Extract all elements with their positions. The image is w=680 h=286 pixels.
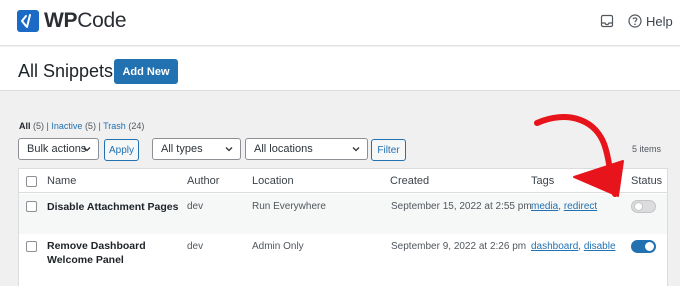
filter-inactive-label: Inactive <box>51 121 83 131</box>
column-tags: Tags <box>531 175 555 187</box>
types-select[interactable]: All types <box>152 138 241 160</box>
table-row: Disable Attachment Pages dev Run Everywh… <box>19 194 667 234</box>
snippets-table: Name Author Location Created Tags Status… <box>18 168 668 286</box>
brand-name-strong: WP <box>44 9 78 32</box>
brand-name-rest: Code <box>77 9 127 32</box>
tag-link[interactable]: media <box>531 201 558 212</box>
filter-trash-count: (24) <box>128 121 145 131</box>
filter-inactive-link[interactable]: Inactive <box>51 121 82 131</box>
filter-button[interactable]: Filter <box>371 139 406 161</box>
filter-inactive-count: (5) <box>84 121 96 131</box>
column-author[interactable]: Author <box>187 175 219 187</box>
bulk-actions-select[interactable]: Bulk actions <box>18 138 99 160</box>
toggle-knob <box>645 242 654 251</box>
tag-link[interactable]: disable <box>584 241 616 252</box>
snippet-tags: media, redirect <box>531 201 597 212</box>
help-link[interactable]: Help <box>646 14 673 29</box>
items-count: 5 items <box>632 144 662 154</box>
help-icon[interactable] <box>628 14 642 28</box>
chevron-down-icon <box>352 147 360 152</box>
snippet-name-line1: Remove Dashboard <box>47 240 146 252</box>
toggle-knob <box>634 202 643 211</box>
filter-all-link[interactable]: All (5) <box>19 121 44 131</box>
apply-button[interactable]: Apply <box>104 139 139 161</box>
types-value: All types <box>161 143 203 155</box>
wpcode-logo-icon <box>17 10 39 32</box>
table-header: Name Author Location Created Tags Status <box>19 169 667 193</box>
snippet-name-link[interactable]: Remove Dashboard Welcome Panel <box>47 239 146 267</box>
tag-link[interactable]: redirect <box>564 201 597 212</box>
snippet-created: September 9, 2022 at 2:26 pm <box>391 241 527 252</box>
tag-link[interactable]: dashboard <box>531 241 578 252</box>
snippet-author: dev <box>187 201 204 212</box>
snippet-location: Run Everywhere <box>252 201 326 212</box>
snippet-name-line2: Welcome Panel <box>47 254 124 266</box>
table-row: Remove Dashboard Welcome Panel dev Admin… <box>19 234 667 286</box>
status-filters: All (5) | Inactive (5) | Trash (24) <box>19 121 144 131</box>
snippet-created: September 15, 2022 at 2:55 pm <box>391 201 532 212</box>
locations-select[interactable]: All locations <box>245 138 368 160</box>
chevron-down-icon <box>225 147 233 152</box>
snippet-name-link[interactable]: Disable Attachment Pages <box>47 200 179 214</box>
snippet-author: dev <box>187 241 204 252</box>
column-status: Status <box>631 175 663 187</box>
filter-all-count: (5) <box>33 121 45 131</box>
add-new-button[interactable]: Add New <box>114 59 178 84</box>
select-all-checkbox[interactable] <box>26 176 37 187</box>
column-location: Location <box>252 175 294 187</box>
status-toggle-active[interactable] <box>631 240 656 253</box>
column-created[interactable]: Created <box>390 175 429 187</box>
bulk-actions-value: Bulk actions <box>27 143 87 155</box>
page-title: All Snippets <box>18 61 114 81</box>
column-name[interactable]: Name <box>47 175 76 187</box>
locations-value: All locations <box>254 143 313 155</box>
filter-all-label: All <box>19 121 31 131</box>
snippet-location: Admin Only <box>252 241 304 252</box>
status-toggle-inactive[interactable] <box>631 200 656 213</box>
row-checkbox[interactable] <box>26 241 37 252</box>
filter-trash-label: Trash <box>103 121 126 131</box>
brand-name: WPCode <box>44 9 127 33</box>
snippet-tags: dashboard, disable <box>531 241 616 252</box>
row-checkbox[interactable] <box>26 201 37 212</box>
page-header: All Snippets Add New <box>0 47 680 91</box>
top-bar: WPCode Help <box>0 0 680 46</box>
inbox-icon[interactable] <box>600 14 614 28</box>
filter-trash-link[interactable]: Trash <box>103 121 126 131</box>
chevron-down-icon <box>83 147 91 152</box>
